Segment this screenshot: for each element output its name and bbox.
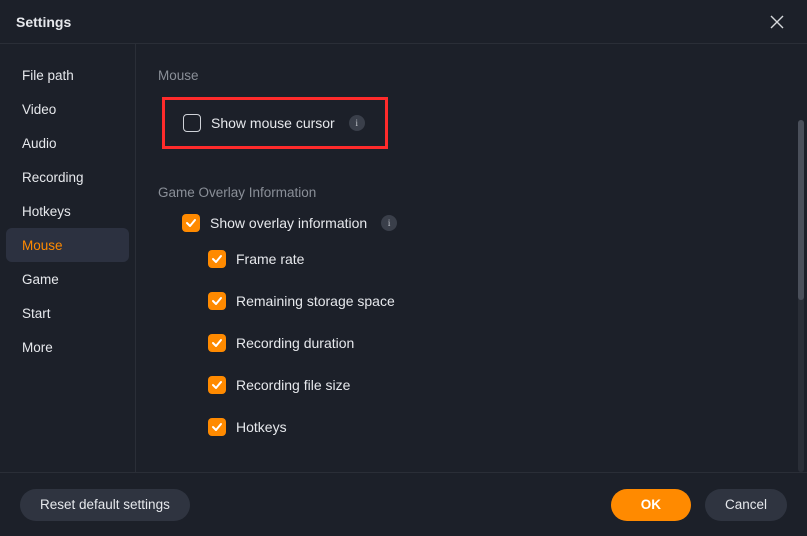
close-button[interactable] [763,8,791,36]
option-show-overlay: Show overlay information i [182,214,783,232]
sidebar: File path Video Audio Recording Hotkeys Mouse… [0,44,136,472]
checkbox-overlay-sub[interactable] [208,334,226,352]
info-icon[interactable]: i [381,215,397,231]
section-title-overlay: Game Overlay Information [158,185,783,200]
sidebar-item-label: Start [22,306,51,321]
settings-content: Mouse Show mouse cursor i Game Overlay I… [136,44,807,472]
window-title: Settings [16,14,71,30]
label-overlay-sub: Hotkeys [236,419,287,435]
sidebar-item-file-path[interactable]: File path [6,58,129,92]
label-overlay-sub: Frame rate [236,251,304,267]
sidebar-item-label: More [22,340,53,355]
sidebar-item-more[interactable]: More [6,330,129,364]
label-show-overlay: Show overlay information [210,215,367,231]
titlebar: Settings [0,0,807,44]
highlighted-show-mouse-cursor: Show mouse cursor i [162,97,388,149]
reset-defaults-button[interactable]: Reset default settings [20,489,190,521]
checkbox-overlay-sub[interactable] [208,418,226,436]
checkbox-show-mouse-cursor[interactable] [183,114,201,132]
sidebar-item-mouse[interactable]: Mouse [6,228,129,262]
sidebar-item-label: Audio [22,136,57,151]
checkbox-overlay-sub[interactable] [208,292,226,310]
section-title-mouse: Mouse [158,68,783,83]
scrollbar-track[interactable] [798,120,804,472]
sidebar-item-hotkeys[interactable]: Hotkeys [6,194,129,228]
sidebar-item-recording[interactable]: Recording [6,160,129,194]
checkbox-overlay-sub[interactable] [208,376,226,394]
overlay-sub-option: Hotkeys [208,418,783,436]
overlay-sub-option: Recording file size [208,376,783,394]
scrollbar-thumb[interactable] [798,120,804,300]
overlay-sub-option: Recording duration [208,334,783,352]
sidebar-item-label: Recording [22,170,84,185]
ok-button[interactable]: OK [611,489,691,521]
info-icon[interactable]: i [349,115,365,131]
sidebar-item-start[interactable]: Start [6,296,129,330]
sidebar-item-audio[interactable]: Audio [6,126,129,160]
checkbox-show-overlay[interactable] [182,214,200,232]
sidebar-item-game[interactable]: Game [6,262,129,296]
sidebar-item-video[interactable]: Video [6,92,129,126]
cancel-button[interactable]: Cancel [705,489,787,521]
checkbox-overlay-sub[interactable] [208,250,226,268]
label-overlay-sub: Recording file size [236,377,350,393]
footer: Reset default settings OK Cancel [0,472,807,536]
sidebar-item-label: File path [22,68,74,83]
overlay-sub-option: Frame rate [208,250,783,268]
sidebar-item-label: Video [22,102,56,117]
close-icon [770,15,784,29]
overlay-sub-option: Remaining storage space [208,292,783,310]
label-show-mouse-cursor: Show mouse cursor [211,115,335,131]
sidebar-item-label: Mouse [22,238,63,253]
sidebar-item-label: Hotkeys [22,204,71,219]
label-overlay-sub: Recording duration [236,335,354,351]
label-overlay-sub: Remaining storage space [236,293,395,309]
sidebar-item-label: Game [22,272,59,287]
